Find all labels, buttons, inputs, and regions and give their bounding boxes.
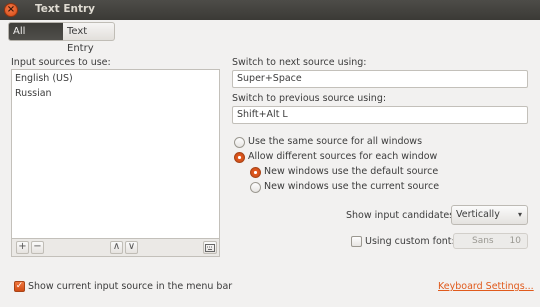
default-source-radio[interactable]	[250, 167, 261, 178]
default-source-label[interactable]: New windows use the default source	[264, 166, 438, 177]
previous-source-label: Switch to previous source using:	[232, 93, 387, 104]
candidates-label: Show input candidates:	[346, 210, 458, 221]
show-in-menu-label[interactable]: Show current input source in the menu ba…	[28, 281, 232, 292]
keyboard-settings-link[interactable]: Keyboard Settings...	[438, 281, 534, 292]
window-title: Text Entry	[35, 3, 96, 15]
sources-toolbar: + − ∧ ∨	[11, 239, 220, 257]
same-source-radio[interactable]	[234, 137, 245, 148]
font-name: Sans	[472, 236, 494, 246]
next-source-shortcut-field[interactable]: Super+Space	[232, 70, 528, 88]
custom-font-checkbox[interactable]	[351, 236, 362, 247]
chevron-down-icon: ▾	[517, 210, 522, 219]
font-picker-button[interactable]: Sans 10	[453, 233, 528, 249]
different-sources-label[interactable]: Allow different sources for each window	[248, 151, 437, 162]
candidates-value: Vertically	[456, 209, 500, 220]
move-up-icon[interactable]: ∧	[110, 241, 123, 254]
sources-heading: Input sources to use:	[11, 57, 111, 68]
all-settings-button[interactable]: All Settings	[8, 22, 64, 54]
add-icon[interactable]: +	[16, 241, 29, 254]
list-item[interactable]: Russian	[15, 88, 52, 99]
candidates-dropdown[interactable]: Vertically ▾	[451, 205, 528, 225]
input-sources-list[interactable]: English (US) Russian	[11, 69, 220, 239]
font-size: 10	[509, 236, 521, 246]
previous-source-shortcut-field[interactable]: Shift+Alt L	[232, 106, 528, 124]
breadcrumb: All Settings Text Entry	[0, 20, 540, 54]
remove-icon[interactable]: −	[31, 241, 44, 254]
keyboard-layout-icon[interactable]	[203, 241, 217, 254]
move-down-icon[interactable]: ∨	[125, 241, 138, 254]
same-source-label[interactable]: Use the same source for all windows	[248, 136, 422, 147]
current-source-radio[interactable]	[250, 182, 261, 193]
different-sources-radio[interactable]	[234, 152, 245, 163]
show-in-menu-checkbox[interactable]: ✓	[14, 281, 25, 292]
next-source-label: Switch to next source using:	[232, 57, 367, 68]
custom-font-label[interactable]: Using custom font:	[365, 236, 455, 247]
current-source-label[interactable]: New windows use the current source	[264, 181, 439, 192]
close-icon[interactable]: ×	[4, 3, 18, 17]
title-bar: × Text Entry	[0, 0, 540, 20]
breadcrumb-current[interactable]: Text Entry	[63, 22, 115, 54]
list-item[interactable]: English (US)	[15, 73, 73, 84]
